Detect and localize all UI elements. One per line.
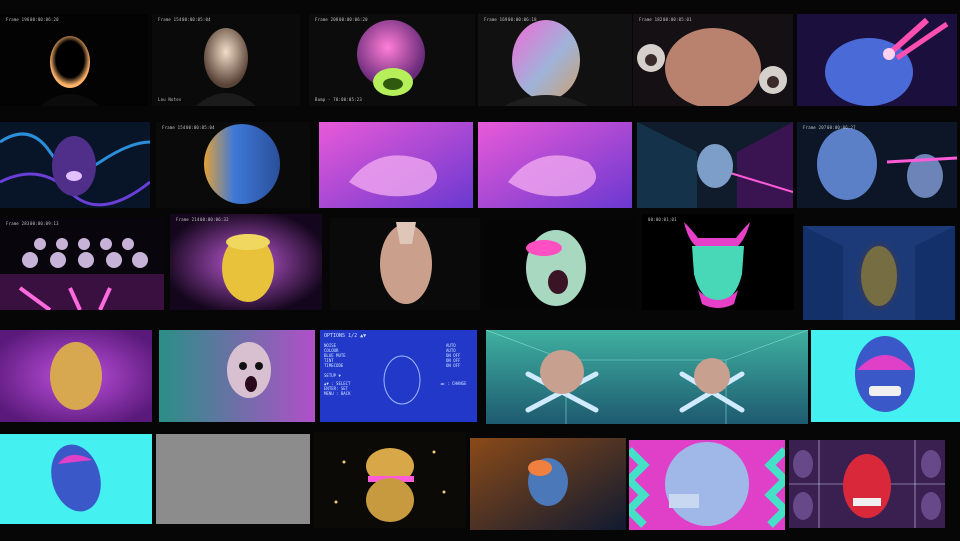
frame-label: Frame 283 xyxy=(6,221,30,226)
screaming-head-art xyxy=(526,230,586,306)
timecode: 00:00:01:01 xyxy=(648,217,677,222)
thumbnail-gold-mask-head[interactable] xyxy=(803,226,955,320)
ear-closeup-art xyxy=(319,122,473,208)
frame-label: Frame 182 xyxy=(639,17,663,22)
thumbnail-orange-blue-head[interactable] xyxy=(470,438,626,530)
thumbnail-skull-crossbones[interactable] xyxy=(486,330,808,424)
gold-face-art xyxy=(0,330,152,422)
thumbnail-options-menu[interactable]: OPTIONS 1/2 ▲▼ NOISE COLOUR BLUE MUTE TI… xyxy=(320,330,477,422)
timecode: 00:00:06:32 xyxy=(200,217,229,222)
thumbnail-laser-head[interactable] xyxy=(797,14,957,106)
thumbnail-head-crowd[interactable]: Frame 283 00:00:09:13 xyxy=(0,218,164,310)
yellow-head-art xyxy=(170,214,322,310)
gray-blank-art xyxy=(156,434,310,524)
menu-change: ◄► : CHANGE xyxy=(440,381,467,386)
zigzag-glitch-art xyxy=(629,440,785,530)
teal-head-art xyxy=(159,330,315,422)
menu-value-timecode: ON OFF xyxy=(446,363,461,368)
notes-label: Lou Notes xyxy=(158,97,182,102)
cyan-grimace-art xyxy=(855,336,915,412)
thumbnail-yellow-head[interactable]: Frame 214 00:00:06:32 xyxy=(170,214,322,310)
two-heads-art xyxy=(817,128,957,200)
timecode: 00:00:06:20 xyxy=(339,17,368,22)
thumbnail-eyeball-head[interactable]: Frame 182 00:00:05:01 xyxy=(633,14,793,106)
thumbnail-gray-blank[interactable] xyxy=(156,434,310,524)
silhouette-head-art xyxy=(40,36,100,106)
thumbnail-cyan-grimace-head[interactable] xyxy=(811,330,960,422)
thumbnail-room-head[interactable] xyxy=(637,122,793,208)
frame-label: Frame 154 xyxy=(162,125,186,130)
thumbnail-screaming-head[interactable] xyxy=(486,218,636,310)
frame-label: Frame 207 xyxy=(803,125,827,130)
thumbnail-silhouette-head[interactable]: Frame 196 00:00:06:20 xyxy=(0,14,148,106)
thumbnail-gold-face-purple[interactable] xyxy=(0,330,152,422)
upside-down-head-art xyxy=(380,222,432,304)
eyeball-head-art xyxy=(637,28,787,106)
menu-item-timecode[interactable]: TIMECODE xyxy=(324,364,343,368)
thumbnail-upside-down-head[interactable] xyxy=(330,218,480,310)
thumbnail-ear-closeup-2[interactable] xyxy=(478,122,632,208)
thumbnail-pink-lit-head[interactable]: Frame 169 00:00:06:18 xyxy=(478,14,632,106)
split-gold-art xyxy=(334,448,446,522)
thumbnail-green-mouth-head[interactable]: Frame 208 00:00:06:20 Bump - 70:00:05:23 xyxy=(309,14,475,106)
pink-lit-head-art xyxy=(504,20,588,106)
thumbnail-blue-head[interactable]: Frame 154 00:00:05:04 xyxy=(156,122,310,208)
green-mouth-art xyxy=(357,20,425,96)
ear-closeup-art xyxy=(478,122,632,208)
red-head-grid-art xyxy=(789,440,945,528)
timecode: 00:00:05:01 xyxy=(663,17,692,22)
head-crowd-art xyxy=(0,238,164,310)
green-demon-art xyxy=(684,222,750,308)
notes-label: Bump - 70:00:05:23 xyxy=(315,97,362,102)
thumbnail-zigzag-glitch-head[interactable] xyxy=(629,440,785,530)
timecode: 00:00:05:04 xyxy=(186,125,215,130)
orange-blue-art xyxy=(470,438,626,530)
thumbnail-two-heads[interactable]: Frame 207 00:00:06:27 xyxy=(797,122,957,208)
timecode: 00:00:06:18 xyxy=(508,17,537,22)
frame-label: Frame 196 xyxy=(6,17,30,22)
gold-mask-art xyxy=(803,226,955,320)
thumbnail-bald-man-portrait[interactable]: Frame 154 00:00:05:04 Lou Notes xyxy=(152,14,300,106)
menu-nav-back: MENU : BACK xyxy=(324,391,351,396)
frame-label: Frame 154 xyxy=(158,17,182,22)
thumbnail-teal-head[interactable] xyxy=(159,330,315,422)
skull-crossbones-art xyxy=(486,330,808,424)
thumbnail-split-gold-head[interactable] xyxy=(314,432,466,528)
menu-title: OPTIONS 1/2 ▲▼ xyxy=(324,333,367,339)
cyan-tilted-art xyxy=(51,444,101,512)
laser-head-art xyxy=(797,14,957,106)
thumbnail-swirl-head[interactable] xyxy=(0,122,150,208)
frame-label: Frame 169 xyxy=(484,17,508,22)
menu-setup[interactable]: SETUP ▼ xyxy=(324,374,341,378)
bald-man-art xyxy=(196,28,256,106)
frame-label: Frame 214 xyxy=(176,217,200,222)
swirl-head-art xyxy=(0,132,150,207)
thumbnail-ear-closeup-1[interactable] xyxy=(319,122,473,208)
blue-head-art xyxy=(204,124,280,204)
thumbnail-red-head-grid[interactable] xyxy=(789,440,945,528)
timecode: 00:00:06:27 xyxy=(827,125,856,130)
timecode: 00:00:06:20 xyxy=(30,17,59,22)
timecode: 00:00:09:13 xyxy=(30,221,59,226)
frame-label: Frame 208 xyxy=(315,17,339,22)
timecode: 00:00:05:04 xyxy=(182,17,211,22)
room-head-art xyxy=(637,122,793,208)
thumbnail-green-demon[interactable]: 00:00:01:01 xyxy=(642,214,794,310)
thumbnail-cyan-tilted-head[interactable] xyxy=(0,434,152,524)
